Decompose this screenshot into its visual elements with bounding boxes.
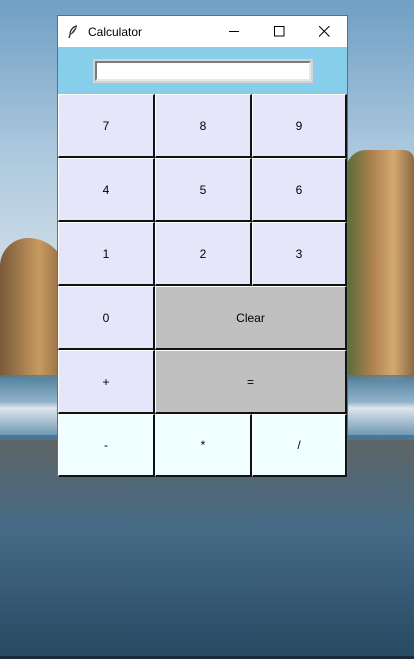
calculator-window: Calculator 7 8 9 4 5 6 1 2 3 0 Clear + =… <box>57 15 348 477</box>
minimize-icon <box>229 31 239 32</box>
maximize-button[interactable] <box>257 16 302 47</box>
clear-button[interactable]: Clear <box>155 286 347 350</box>
equals-button[interactable]: = <box>155 350 347 414</box>
title-bar[interactable]: Calculator <box>58 16 347 47</box>
close-button[interactable] <box>302 16 347 47</box>
window-title: Calculator <box>88 24 143 39</box>
close-icon <box>319 26 330 37</box>
button-7[interactable]: 7 <box>58 94 155 158</box>
button-1[interactable]: 1 <box>58 222 155 286</box>
button-0[interactable]: 0 <box>58 286 155 350</box>
background-rock-right <box>346 150 414 380</box>
display-area <box>58 47 347 94</box>
minimize-button[interactable] <box>212 16 257 47</box>
divide-button[interactable]: / <box>252 414 347 477</box>
button-5[interactable]: 5 <box>155 158 252 222</box>
feather-icon <box>58 24 88 39</box>
button-3[interactable]: 3 <box>252 222 347 286</box>
display-entry[interactable] <box>92 58 313 83</box>
plus-button[interactable]: + <box>58 350 155 414</box>
multiply-button[interactable]: * <box>155 414 252 477</box>
window-controls <box>212 16 347 47</box>
button-4[interactable]: 4 <box>58 158 155 222</box>
button-6[interactable]: 6 <box>252 158 347 222</box>
button-8[interactable]: 8 <box>155 94 252 158</box>
button-2[interactable]: 2 <box>155 222 252 286</box>
button-9[interactable]: 9 <box>252 94 347 158</box>
maximize-icon <box>274 26 285 37</box>
minus-button[interactable]: - <box>58 414 155 477</box>
